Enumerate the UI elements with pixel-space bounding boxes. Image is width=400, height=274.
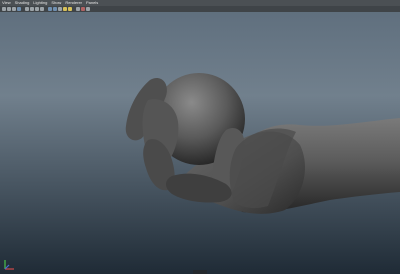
panel-toolbar xyxy=(0,6,400,12)
shadows-icon[interactable] xyxy=(68,7,72,11)
toolbar-separator xyxy=(73,7,75,11)
lights-icon[interactable] xyxy=(63,7,67,11)
3d-scene[interactable] xyxy=(0,0,400,274)
viewport-panel[interactable]: View Shading Lighting Show Renderer Pane… xyxy=(0,0,400,274)
film-gate-icon[interactable] xyxy=(35,7,39,11)
panel-scrubber-handle[interactable] xyxy=(193,270,207,274)
smooth-shade-icon[interactable] xyxy=(53,7,57,11)
isolate-icon[interactable] xyxy=(81,7,85,11)
lock-camera-icon[interactable] xyxy=(12,7,16,11)
wireframe-icon[interactable] xyxy=(48,7,52,11)
textured-icon[interactable] xyxy=(58,7,62,11)
grid-icon[interactable] xyxy=(30,7,34,11)
camera-icon[interactable] xyxy=(2,7,6,11)
view-axis-icon xyxy=(4,260,14,270)
select-camera-icon[interactable] xyxy=(7,7,11,11)
resolution-gate-icon[interactable] xyxy=(40,7,44,11)
toolbar-separator xyxy=(45,7,47,11)
image-plane-icon[interactable] xyxy=(25,7,29,11)
quality-icon[interactable] xyxy=(86,7,90,11)
xray-icon[interactable] xyxy=(76,7,80,11)
bookmark-icon[interactable] xyxy=(17,7,21,11)
toolbar-separator xyxy=(22,7,24,11)
